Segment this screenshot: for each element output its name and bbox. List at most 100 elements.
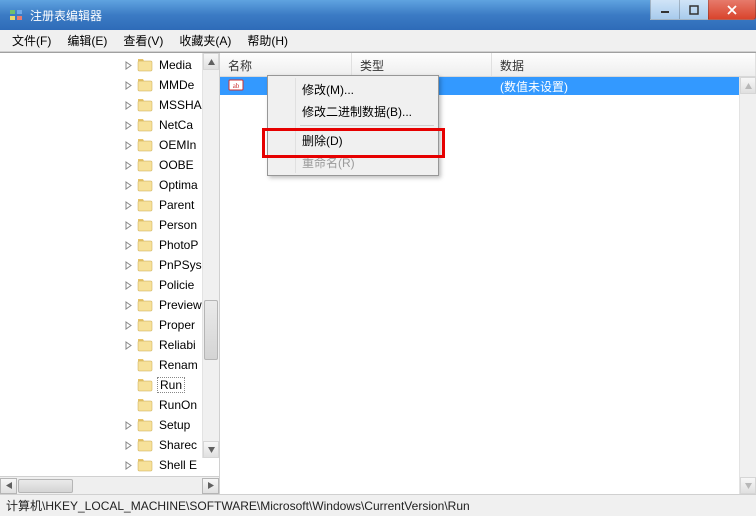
col-type[interactable]: 类型 xyxy=(352,53,492,76)
expand-icon[interactable] xyxy=(122,279,134,291)
scroll-track[interactable] xyxy=(203,70,219,441)
folder-icon xyxy=(137,158,153,172)
tree-item-label: NetCa xyxy=(157,118,195,132)
tree-item[interactable]: Sharec xyxy=(0,435,219,455)
tree-item-label: Shell E xyxy=(157,458,199,472)
tree-item[interactable]: Renam xyxy=(0,355,219,375)
statusbar: 计算机\HKEY_LOCAL_MACHINE\SOFTWARE\Microsof… xyxy=(0,494,756,516)
scroll-left-button[interactable] xyxy=(0,478,17,494)
tree-item[interactable]: OOBE xyxy=(0,155,219,175)
tree-item-label: Renam xyxy=(157,358,200,372)
context-menu-separator xyxy=(300,125,434,126)
menu-edit[interactable]: 编辑(E) xyxy=(59,29,115,52)
list-vertical-scrollbar[interactable] xyxy=(739,77,756,494)
tree-vertical-scrollbar[interactable] xyxy=(202,53,219,458)
scroll-up-button[interactable] xyxy=(740,77,756,94)
expand-icon[interactable] xyxy=(122,419,134,431)
tree-horizontal-scrollbar[interactable] xyxy=(0,476,219,494)
tree-item-label: Parent xyxy=(157,198,196,212)
tree-item-label: Sharec xyxy=(157,438,199,452)
folder-icon xyxy=(137,98,153,112)
tree-item[interactable]: Shell E xyxy=(0,455,219,475)
tree-item[interactable]: Policie xyxy=(0,275,219,295)
context-menu-delete[interactable]: 删除(D) xyxy=(270,129,436,151)
tree-viewport: Media MMDeMSSHA NetCa OEMIn OOBE Optima Parent… xyxy=(0,53,219,476)
close-button[interactable] xyxy=(708,0,756,20)
tree-item[interactable]: Reliabi xyxy=(0,335,219,355)
maximize-button[interactable] xyxy=(679,0,709,20)
tree-item[interactable]: RunOn xyxy=(0,395,219,415)
scroll-track[interactable] xyxy=(740,94,756,477)
expand-icon[interactable] xyxy=(122,459,134,471)
expand-icon[interactable] xyxy=(122,239,134,251)
tree-item[interactable]: Preview xyxy=(0,295,219,315)
expand-icon[interactable] xyxy=(122,339,134,351)
expand-icon[interactable] xyxy=(122,79,134,91)
scroll-right-button[interactable] xyxy=(202,478,219,494)
app-icon xyxy=(8,7,24,23)
expand-icon[interactable] xyxy=(122,119,134,131)
expand-icon[interactable] xyxy=(122,199,134,211)
context-menu-modify-binary[interactable]: 修改二进制数据(B)... xyxy=(270,100,436,122)
tree-item[interactable]: Person xyxy=(0,215,219,235)
menu-file[interactable]: 文件(F) xyxy=(4,29,59,52)
tree-item[interactable]: MSSHA xyxy=(0,95,219,115)
tree-panel: Media MMDeMSSHA NetCa OEMIn OOBE Optima Parent… xyxy=(0,53,220,494)
folder-icon xyxy=(137,138,153,152)
expand-icon[interactable] xyxy=(122,159,134,171)
list-header: 名称 类型 数据 xyxy=(220,53,756,77)
tree-item-label: Run xyxy=(157,377,185,393)
scroll-thumb[interactable] xyxy=(204,300,218,360)
tree-item[interactable]: Parent xyxy=(0,195,219,215)
tree-item-label: Media xyxy=(157,58,194,72)
tree-item-label: Setup xyxy=(157,418,192,432)
expand-icon[interactable] xyxy=(122,139,134,151)
scroll-down-button[interactable] xyxy=(740,477,756,494)
scroll-down-button[interactable] xyxy=(203,441,219,458)
context-menu-modify[interactable]: 修改(M)... xyxy=(270,78,436,100)
folder-icon xyxy=(137,398,153,412)
folder-icon xyxy=(137,378,153,392)
tree-item[interactable]: Optima xyxy=(0,175,219,195)
expand-icon[interactable] xyxy=(122,99,134,111)
tree-item[interactable]: PnPSys xyxy=(0,255,219,275)
tree-item[interactable]: PhotoP xyxy=(0,235,219,255)
svg-text:ab: ab xyxy=(233,82,240,90)
folder-icon xyxy=(137,358,153,372)
cell-data: (数值未设置) xyxy=(492,78,756,95)
expand-icon[interactable] xyxy=(122,259,134,271)
expand-icon[interactable] xyxy=(122,179,134,191)
folder-icon xyxy=(137,198,153,212)
tree-item-label: OOBE xyxy=(157,158,196,172)
folder-icon xyxy=(137,278,153,292)
tree-item[interactable]: Proper xyxy=(0,315,219,335)
tree-item[interactable]: NetCa xyxy=(0,115,219,135)
menu-favorites[interactable]: 收藏夹(A) xyxy=(171,29,239,52)
tree-item-label: Proper xyxy=(157,318,197,332)
folder-icon xyxy=(137,258,153,272)
expand-icon[interactable] xyxy=(122,59,134,71)
col-name[interactable]: 名称 xyxy=(220,53,352,76)
tree-item-label: Optima xyxy=(157,178,200,192)
expand-icon[interactable] xyxy=(122,299,134,311)
tree-item[interactable]: Setup xyxy=(0,415,219,435)
tree-item[interactable]: OEMIn xyxy=(0,135,219,155)
scroll-track[interactable] xyxy=(17,478,202,494)
scroll-thumb[interactable] xyxy=(18,479,73,493)
expand-placeholder xyxy=(122,399,134,411)
tree-item-label: RunOn xyxy=(157,398,199,412)
statusbar-path: 计算机\HKEY_LOCAL_MACHINE\SOFTWARE\Microsof… xyxy=(6,497,470,514)
menu-view[interactable]: 查看(V) xyxy=(115,29,171,52)
expand-icon[interactable] xyxy=(122,319,134,331)
tree-item[interactable]: Run xyxy=(0,375,219,395)
scroll-up-button[interactable] xyxy=(203,53,219,70)
expand-icon[interactable] xyxy=(122,219,134,231)
context-menu-rename[interactable]: 重命名(R) xyxy=(270,151,436,173)
minimize-button[interactable] xyxy=(650,0,680,20)
tree-item[interactable]: Media xyxy=(0,55,219,75)
tree-item[interactable]: MMDe xyxy=(0,75,219,95)
tree-item-label: OEMIn xyxy=(157,138,198,152)
col-data[interactable]: 数据 xyxy=(492,53,756,76)
expand-icon[interactable] xyxy=(122,439,134,451)
menu-help[interactable]: 帮助(H) xyxy=(239,29,296,52)
